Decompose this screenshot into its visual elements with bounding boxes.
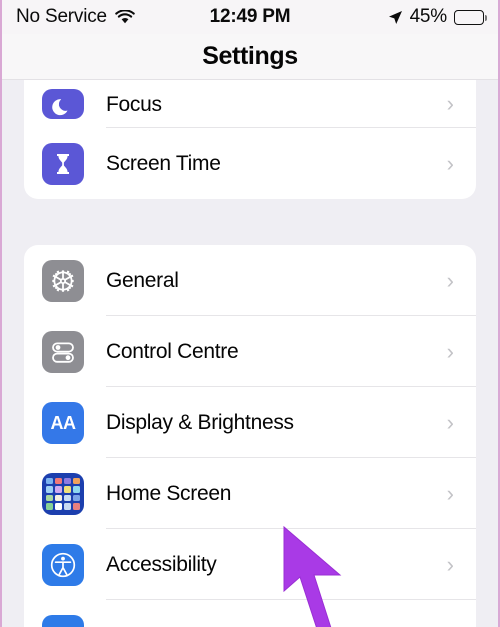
status-bar-right: 45%: [290, 6, 488, 28]
carrier-label: No Service: [16, 6, 107, 27]
clock-label: 12:49 PM: [209, 6, 291, 27]
navigation-bar: Settings: [2, 34, 498, 80]
chevron-right-icon: ›: [446, 409, 454, 435]
settings-group-2: General › Control Centre › AA Display & …: [24, 245, 476, 627]
settings-row-control-centre[interactable]: Control Centre ›: [24, 316, 476, 387]
settings-row-partial[interactable]: [24, 600, 476, 627]
settings-row-label: Home Screen: [106, 482, 232, 505]
battery-percent-label: 45%: [409, 6, 448, 27]
settings-row-focus[interactable]: Focus ›: [24, 80, 476, 128]
chevron-right-icon: ›: [446, 91, 454, 116]
gear-icon: [42, 259, 84, 302]
settings-row-label: Display & Brightness: [106, 411, 294, 434]
toggles-icon: [42, 330, 84, 373]
settings-row-accessibility[interactable]: Accessibility ›: [24, 529, 476, 600]
settings-row-label: Focus: [106, 92, 162, 116]
settings-group-1: Focus › Screen Time ›: [24, 80, 476, 199]
chevron-right-icon: ›: [446, 338, 454, 364]
app-grid-tiles: [42, 473, 84, 515]
settings-row-display-brightness[interactable]: AA Display & Brightness ›: [24, 387, 476, 458]
partial-row-icon: [42, 614, 84, 627]
page-title: Settings: [202, 42, 298, 70]
aa-text-size-icon: AA: [42, 401, 84, 444]
settings-row-label: Accessibility: [106, 553, 217, 576]
status-bar-center: 12:49 PM: [210, 6, 291, 28]
settings-row-general[interactable]: General ›: [24, 245, 476, 316]
location-arrow-icon: [388, 10, 403, 25]
settings-row-screen-time[interactable]: Screen Time ›: [24, 128, 476, 199]
iphone-settings-screen: No Service 12:49 PM 45% Settings Focus ›…: [0, 0, 500, 627]
chevron-right-icon: ›: [446, 267, 454, 293]
aa-glyph: AA: [50, 412, 77, 433]
battery-icon: [454, 9, 488, 25]
settings-row-home-screen[interactable]: Home Screen ›: [24, 458, 476, 529]
status-bar-left: No Service: [16, 6, 210, 28]
wifi-icon: [115, 9, 135, 25]
status-bar: No Service 12:49 PM 45%: [2, 0, 498, 34]
app-grid-icon: [42, 472, 84, 515]
settings-row-label: Control Centre: [106, 340, 239, 363]
hourglass-icon: [42, 142, 84, 185]
chevron-right-icon: ›: [446, 551, 454, 577]
chevron-right-icon: ›: [446, 150, 454, 176]
settings-list[interactable]: Focus › Screen Time › General › Control …: [2, 80, 498, 627]
accessibility-icon: [42, 543, 84, 586]
chevron-right-icon: ›: [446, 480, 454, 506]
settings-row-label: General: [106, 269, 179, 292]
focus-moon-icon: [42, 89, 84, 119]
settings-row-label: Screen Time: [106, 152, 221, 175]
